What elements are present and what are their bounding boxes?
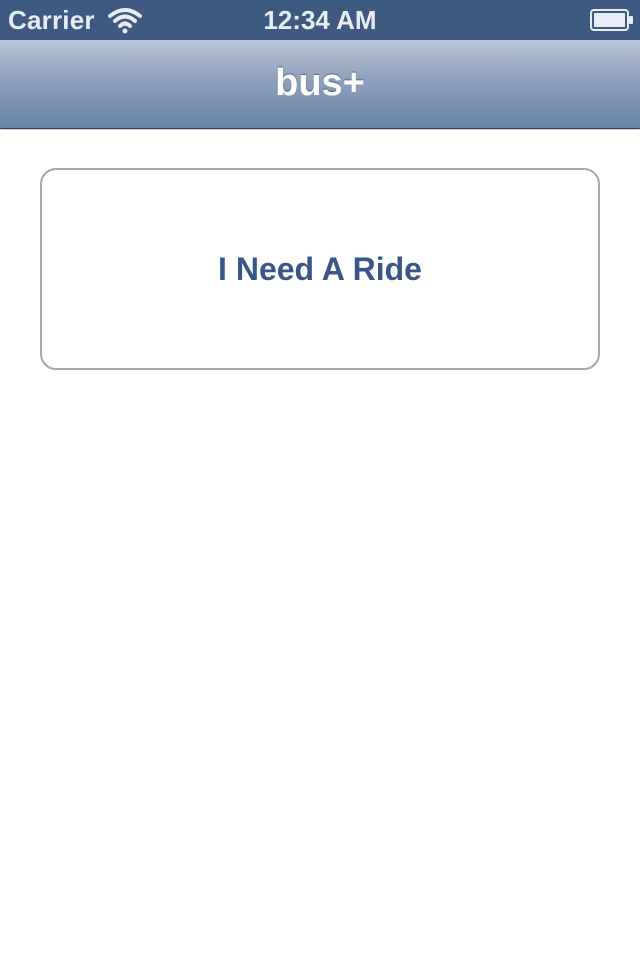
main-content: I Need A Ride: [0, 130, 640, 960]
battery-icon: [590, 9, 634, 31]
need-ride-button[interactable]: I Need A Ride: [40, 168, 600, 370]
app-screen: Carrier 12:34 AM bus+ I Need A Ride: [0, 0, 640, 960]
need-ride-button-label: I Need A Ride: [218, 250, 422, 287]
navigation-bar: bus+: [0, 40, 640, 129]
status-time: 12:34 AM: [263, 5, 377, 35]
status-bar: Carrier 12:34 AM: [0, 0, 640, 40]
nav-title: bus+: [275, 62, 365, 104]
